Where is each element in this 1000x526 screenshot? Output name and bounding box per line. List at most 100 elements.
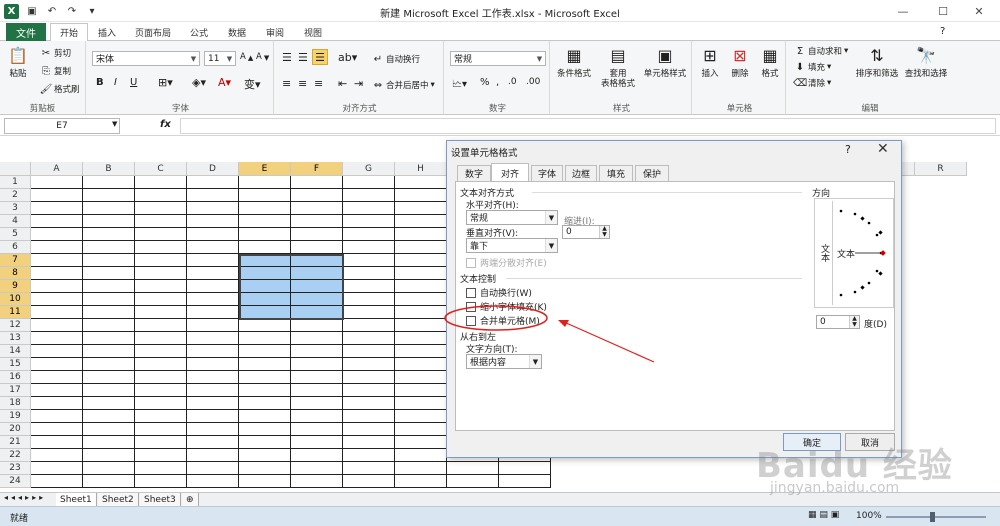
formula-input[interactable] [180,118,996,134]
row-header-20[interactable]: 20 [0,423,31,436]
cell[interactable] [83,241,135,254]
cell[interactable] [83,345,135,358]
cell[interactable] [31,449,83,462]
close-window-button[interactable]: ✕ [962,0,996,22]
cell[interactable] [83,449,135,462]
cell[interactable] [395,410,447,423]
row-header-9[interactable]: 9 [0,280,31,293]
cell[interactable] [395,371,447,384]
phonetic-icon[interactable]: 变▾ [244,76,261,92]
cell[interactable] [187,176,239,189]
minimize-button[interactable]: — [886,0,920,22]
cell[interactable] [31,293,83,306]
column-header-E[interactable]: E [239,162,291,176]
row-header-19[interactable]: 19 [0,410,31,423]
zoom-slider-thumb[interactable] [930,512,935,522]
zoom-slider[interactable] [886,516,986,518]
cell[interactable] [291,215,343,228]
cell[interactable] [291,423,343,436]
view-buttons[interactable]: ▦ ▤ ▣ [808,510,839,520]
cell[interactable] [187,358,239,371]
delete-cells-button[interactable]: ⊠ 删除 [726,45,754,80]
column-header-A[interactable]: A [31,162,83,176]
fill-button[interactable]: ⬇ 填充 ▾ [794,61,832,74]
cell[interactable] [187,449,239,462]
cell[interactable] [135,475,187,488]
border-icon[interactable]: ⊞▾ [158,76,173,89]
font-color-icon[interactable]: A▾ [218,76,231,89]
cell[interactable] [343,228,395,241]
row-header-17[interactable]: 17 [0,384,31,397]
cell[interactable] [343,332,395,345]
cell[interactable] [343,423,395,436]
cell[interactable] [395,228,447,241]
cell[interactable] [31,332,83,345]
cell[interactable] [343,215,395,228]
cell[interactable] [31,176,83,189]
cell[interactable] [31,384,83,397]
tab-review[interactable]: 审阅 [258,23,292,41]
select-all-corner[interactable] [0,162,31,176]
cell[interactable] [291,410,343,423]
cell[interactable] [187,462,239,475]
cell[interactable] [239,436,291,449]
row-header-11[interactable]: 11 [0,306,31,319]
align-left-icon[interactable]: ≡ [282,77,291,90]
decrease-decimal-icon[interactable]: .00 [526,77,540,87]
cell[interactable] [291,397,343,410]
cell[interactable] [83,254,135,267]
cell[interactable] [343,176,395,189]
cell[interactable] [83,267,135,280]
align-right-icon[interactable]: ≡ [314,77,323,90]
cell[interactable] [187,371,239,384]
chevron-down-icon[interactable]: ▼ [112,120,117,128]
cell[interactable] [343,358,395,371]
cell[interactable] [395,202,447,215]
cell[interactable] [239,423,291,436]
cell[interactable] [187,280,239,293]
cell[interactable] [83,228,135,241]
cell[interactable] [187,332,239,345]
cell[interactable] [343,306,395,319]
orientation-icon[interactable]: ab▾ [338,51,357,64]
name-box[interactable]: E7 [4,118,120,134]
cell[interactable] [83,306,135,319]
cell[interactable] [395,475,447,488]
insert-cells-button[interactable]: ⊞ 插入 [696,45,724,80]
cell[interactable] [343,293,395,306]
cell[interactable] [31,215,83,228]
cell[interactable] [31,267,83,280]
clear-button[interactable]: ⌫ 清除 ▾ [793,77,831,90]
cell[interactable] [83,423,135,436]
column-header-B[interactable]: B [83,162,135,176]
cell[interactable] [239,241,291,254]
cell[interactable] [135,241,187,254]
column-header-G[interactable]: G [343,162,395,176]
cell[interactable] [239,475,291,488]
cell[interactable] [135,371,187,384]
cell[interactable] [291,358,343,371]
cell[interactable] [83,176,135,189]
cell[interactable] [31,202,83,215]
cell[interactable] [83,358,135,371]
cell[interactable] [83,215,135,228]
cell[interactable] [395,189,447,202]
cell[interactable] [135,384,187,397]
tab-fill[interactable]: 填充 [599,165,633,181]
percent-icon[interactable]: % [480,77,490,88]
wrap-text-checkbox[interactable]: 自动换行(W) [466,286,532,299]
cell[interactable] [291,241,343,254]
cell[interactable] [395,423,447,436]
format-painter-button[interactable]: 🖌 格式刷 [40,83,80,96]
cut-button[interactable]: ✂ 剪切 [40,47,71,60]
cell[interactable] [135,358,187,371]
merge-center-button[interactable]: ⇔ 合并后居中 ▾ [372,79,435,92]
row-header-16[interactable]: 16 [0,371,31,384]
cell[interactable] [83,384,135,397]
cell[interactable] [31,475,83,488]
cell[interactable] [239,410,291,423]
row-header-7[interactable]: 7 [0,254,31,267]
degrees-spinner[interactable]: 0 ▲ ▼ [816,315,860,329]
cell[interactable] [395,384,447,397]
cell[interactable] [395,241,447,254]
